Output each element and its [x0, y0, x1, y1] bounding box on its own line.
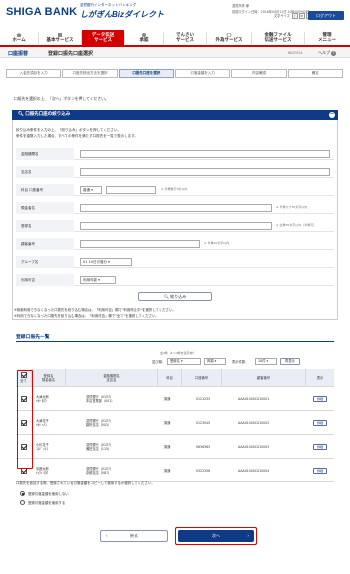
list-title: 登録口振先一覧: [16, 335, 50, 340]
bank-logo[interactable]: SHIGA BANK: [6, 6, 77, 18]
step-indicator: 入金先項目を入力 口座先検出方法を選択 口振先口座を選択 引落金額を入力 内容確…: [6, 69, 344, 78]
screen-id: BKZF004: [288, 51, 303, 55]
radio-no-copy[interactable]: [20, 491, 25, 496]
count-label: 表示件数：: [232, 360, 249, 364]
filter-note-2: ※利用できなくなった口振先を絞り込む場合は、「利用可否」欄で"全て"を選択してく…: [14, 314, 159, 318]
approval-icon: [142, 32, 146, 37]
count-select[interactable]: 10件 ▾: [255, 358, 277, 365]
subject-select[interactable]: 普通 ▾: [80, 186, 102, 194]
th-reg-name: 登録名 預金者名: [32, 369, 66, 386]
collapse-icon[interactable]: −: [329, 112, 335, 118]
redisplay-button[interactable]: 再表示: [280, 358, 300, 365]
nav-forex[interactable]: 外為サービス: [207, 30, 251, 45]
globe-icon: [226, 32, 232, 37]
font-size-mid-button[interactable]: 中: [298, 13, 305, 19]
font-size-label: 文字サイズ: [274, 14, 290, 18]
step-4: 引落金額を入力: [174, 69, 231, 78]
next-highlight: [175, 527, 257, 545]
nav-basic-service[interactable]: 基本サービス: [39, 30, 81, 45]
font-size-small-button[interactable]: 小: [291, 13, 298, 19]
th-bank: 金融機関名 支店名: [66, 369, 158, 386]
availability-select[interactable]: 利用可能 ▾: [80, 276, 116, 284]
radio-copy-label[interactable]: 登録引落金額を使用する: [28, 500, 65, 505]
step-5: 内容確認: [231, 69, 287, 78]
filter-note-1: ※検索利用できなくなった口振先を絞り込む場合は、「利用可否」欄で"利用停止中"を…: [14, 308, 176, 312]
instruction-text: 口振先を選択の上、「次へ」ボタンを押してください。: [14, 96, 109, 101]
service-subtitle: 滋賀銀行インターネットバンキング: [80, 3, 137, 7]
row-reg-name: 登録名 ※ 全角30文字以内（半角可）: [16, 220, 334, 232]
step-3-current: 口振先口座を選択: [118, 69, 174, 78]
th-account: 口座番号: [182, 369, 222, 386]
copy-amount-question: 口振先を追加する際、登録されている引落金額をコピーして使用するか選択してください…: [16, 481, 155, 485]
nav-approval[interactable]: 承認: [125, 30, 163, 45]
radio-copy[interactable]: [20, 500, 25, 505]
page-title: 登録口振先口座選択: [48, 51, 94, 57]
step-6: 確定: [287, 69, 343, 78]
table-row: 京都太郎 ｷｮｳﾄ ﾀﾛｳ 滋賀銀行（0157） 京都支店（087） 普通 0322…: [16, 458, 334, 482]
sort-key-select[interactable]: 登録名 ▾: [167, 358, 201, 365]
filter-desc-2: 条件を複数入力した場合、すべての条件を満たす口振先を一覧で表示します。: [16, 134, 138, 138]
font-size-control: 文字サイズ 小中大: [274, 13, 312, 19]
header: SHIGA BANK 滋賀銀行インターネットバンキング しがぎんBizダイレクト…: [0, 0, 350, 30]
row-availability: 利用可否 利用可能 ▾: [16, 274, 334, 286]
th-customer: 顧客番号: [222, 369, 306, 386]
table-row: 大津花子 ｵｵﾂ ﾊﾅｺ 滋賀銀行（0157） 膳所支店（002） 普通 01230…: [16, 410, 334, 434]
row-customer: 顧客番号 ※ 半角20文字以内: [16, 238, 334, 250]
sort-order-select[interactable]: 昇順 ▾: [204, 358, 226, 365]
table-row: 小杉花子 ｺｽｷﾞ ﾊﾅｺ 滋賀銀行（0157） 瀬田支店（115） 普通 0636…: [16, 434, 334, 458]
company-name: 滋賀商事 様: [232, 4, 249, 8]
page-category: 口座振替: [8, 51, 29, 57]
filter-panel-header[interactable]: 🔍︎ 口振先口座の絞り込み −: [12, 110, 338, 120]
group-select[interactable]: 01 10日引落分 ▾: [80, 258, 132, 266]
radio-no-copy-label[interactable]: 登録引落金額を使用しない: [28, 491, 69, 496]
th-view: 表示: [306, 369, 334, 386]
row-branch-name: 支店名: [16, 166, 334, 178]
nav-data-transfer[interactable]: データ伝送 サービス: [82, 30, 124, 45]
document-icon: [58, 32, 62, 37]
checkbox-highlight: [17, 370, 33, 469]
detail-button[interactable]: 詳細: [313, 396, 327, 402]
detail-button[interactable]: 詳細: [313, 444, 327, 450]
filter-desc-1: 絞り込み条件を入力の上、「絞り込み」ボタンを押してください。: [16, 128, 121, 132]
logout-button[interactable]: ログアウト: [308, 11, 344, 20]
customer-number-input[interactable]: [80, 240, 200, 248]
step-1: 入金先項目を入力: [6, 69, 62, 78]
help-link[interactable]: ヘルプ?: [318, 50, 336, 56]
detail-button[interactable]: 詳細: [313, 420, 327, 426]
row-account: 科目 口座番号 普通 ▾ ※ 半角数字7桁以内: [16, 184, 334, 196]
pager-info: 全4件（1〜4件を表示中）: [160, 351, 196, 355]
chevron-left-icon: ‹: [106, 533, 108, 538]
row-group: グループ名 01 10日引落分 ▾: [16, 256, 334, 268]
th-subject: 科目: [158, 369, 182, 386]
table-row: 大津太郎 ｵｵﾂ ﾀﾛｳ 滋賀銀行（0157） 本店営業部（001） 普通 0121…: [16, 386, 334, 410]
back-button[interactable]: ‹ 戻る: [100, 530, 168, 542]
home-icon: [16, 32, 22, 37]
detail-button[interactable]: 詳細: [313, 468, 327, 474]
step-2: 口座先検出方法を選択: [62, 69, 118, 78]
reg-name-input[interactable]: [80, 222, 272, 230]
nav-densai[interactable]: でんさい サービス: [164, 30, 206, 45]
row-bank-name: 金融機関名: [16, 148, 334, 160]
row-depositor: 預金者名 ※ 半角カナ30文字以内: [16, 202, 334, 214]
bank-name-input[interactable]: [80, 150, 330, 158]
nav-file-transfer[interactable]: 金融ファイル 伝送サービス: [252, 30, 304, 45]
help-icon: ?: [331, 51, 336, 56]
sort-label: 並び順：: [152, 360, 166, 364]
branch-name-input[interactable]: [80, 168, 330, 176]
narrow-button[interactable]: 🔍︎ 絞り込み: [138, 292, 212, 301]
main-nav: ホーム 基本サービス データ伝送 サービス 承認 でんさい サービス 外為サービ…: [0, 30, 350, 47]
nav-admin[interactable]: 管理 メニュー: [305, 30, 349, 45]
nav-home[interactable]: ホーム: [0, 30, 38, 45]
account-number-input[interactable]: [106, 186, 156, 194]
title-bar: 口座振替 登録口振先口座選択 BKZF004 ヘルプ?: [0, 47, 350, 58]
depositor-input[interactable]: [80, 204, 272, 212]
service-logo: しがぎんBizダイレクト: [80, 10, 164, 19]
